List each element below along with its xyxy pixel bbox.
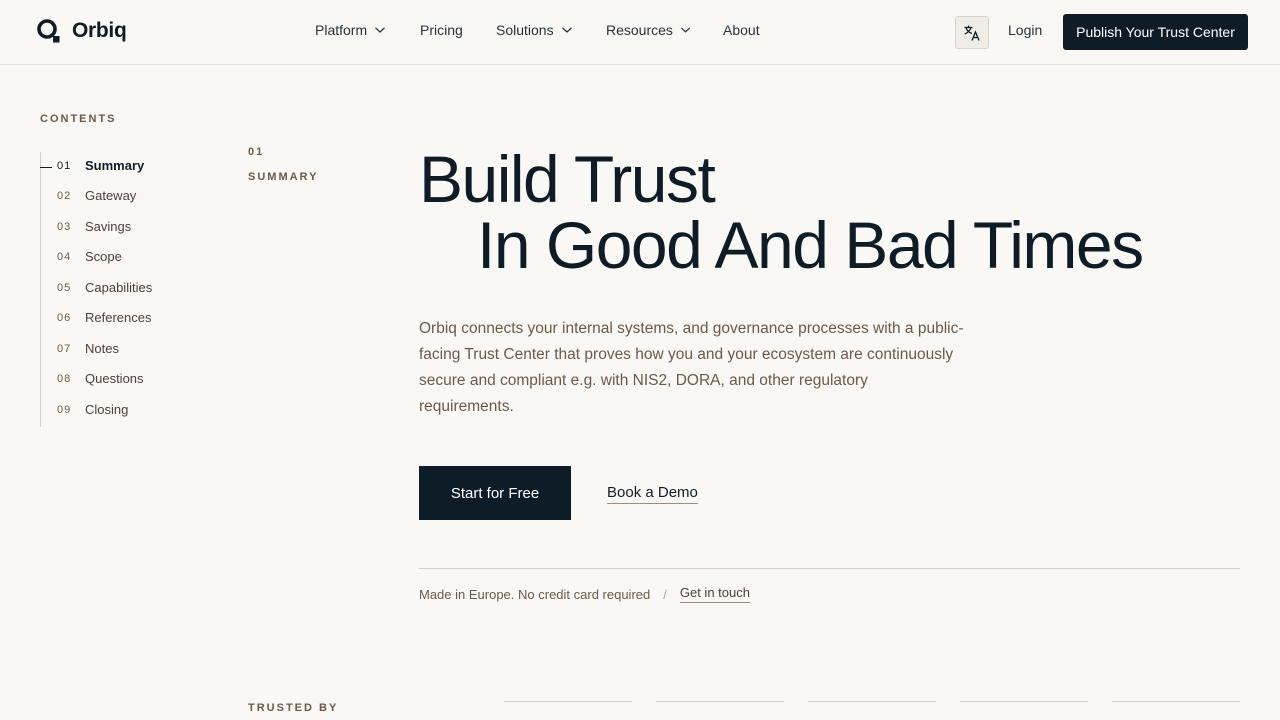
- login-link[interactable]: Login: [1008, 22, 1042, 38]
- toc-label: Closing: [85, 402, 129, 417]
- toc-number: 06: [57, 311, 72, 324]
- orbiq-logo-icon: [37, 19, 60, 43]
- nav-platform[interactable]: Platform: [315, 22, 388, 38]
- trusted-logo-slot: [1112, 701, 1240, 720]
- section-name: SUMMARY: [248, 171, 319, 183]
- site-header: Orbiq Platform Pricing Solutions Resourc…: [0, 0, 1280, 65]
- toc-number: 03: [57, 220, 72, 233]
- footnote-text: Made in Europe. No credit card required: [419, 586, 651, 602]
- get-in-touch-link[interactable]: Get in touch: [679, 585, 750, 603]
- toc-number: 01: [57, 159, 72, 172]
- language-button[interactable]: [955, 16, 989, 49]
- toc-item-summary[interactable]: 01 Summary: [57, 158, 144, 173]
- toc-item-references[interactable]: 06 References: [57, 310, 151, 325]
- nav-about[interactable]: About: [723, 22, 760, 38]
- toc-number: 09: [57, 403, 72, 416]
- start-for-free-button[interactable]: Start for Free: [419, 466, 571, 520]
- toc-label: References: [85, 310, 152, 325]
- translate-icon: [964, 25, 980, 41]
- main-nav: Platform Pricing Solutions Resources Abo…: [315, 22, 760, 38]
- chevron-down-icon: [375, 27, 386, 33]
- toc-label: Notes: [85, 341, 119, 356]
- chevron-down-icon: [561, 27, 572, 33]
- publish-trust-center-button[interactable]: Publish Your Trust Center: [1063, 14, 1248, 50]
- toc-label: Questions: [85, 371, 144, 386]
- toc-label: Capabilities: [85, 280, 153, 295]
- book-demo-link[interactable]: Book a Demo: [607, 484, 698, 504]
- toc-active-marker: [40, 167, 52, 168]
- trusted-logo-slot: [960, 701, 1088, 720]
- brand-logo[interactable]: Orbiq: [36, 18, 127, 44]
- toc-number: 02: [57, 189, 72, 202]
- contents-heading: CONTENTS: [40, 113, 117, 125]
- trusted-logo-slot: [808, 701, 936, 720]
- toc-item-capabilities[interactable]: 05 Capabilities: [57, 280, 152, 295]
- nav-platform-label: Platform: [315, 22, 368, 38]
- nav-solutions[interactable]: Solutions: [496, 22, 574, 38]
- toc-label: Gateway: [85, 188, 137, 203]
- nav-resources[interactable]: Resources: [606, 22, 691, 38]
- toc-item-scope[interactable]: 04 Scope: [57, 249, 122, 264]
- hero-footnote: Made in Europe. No credit card required …: [419, 585, 750, 603]
- toc-number: 04: [57, 250, 72, 263]
- trusted-logo-slot: [504, 701, 632, 720]
- brand-name: Orbiq: [72, 19, 127, 42]
- hero-divider: [419, 568, 1240, 569]
- toc-number: 08: [57, 372, 72, 385]
- toc-number: 07: [57, 342, 72, 355]
- footnote-separator: /: [663, 586, 667, 602]
- chevron-down-icon: [680, 27, 691, 33]
- trusted-by-heading: TRUSTED BY: [248, 702, 339, 714]
- nav-pricing-label: Pricing: [420, 22, 463, 38]
- hero-title-line-2: In Good And Bad Times: [477, 208, 1144, 282]
- toc-item-closing[interactable]: 09 Closing: [57, 402, 128, 417]
- toc-label: Savings: [85, 219, 132, 234]
- toc-item-savings[interactable]: 03 Savings: [57, 219, 131, 234]
- toc-label: Scope: [85, 249, 122, 264]
- toc-item-questions[interactable]: 08 Questions: [57, 371, 144, 386]
- hero-title-line-1: Build Trust: [419, 142, 716, 216]
- toc-number: 05: [57, 281, 72, 294]
- nav-solutions-label: Solutions: [496, 22, 554, 38]
- toc-item-notes[interactable]: 07 Notes: [57, 341, 119, 356]
- nav-about-label: About: [723, 22, 760, 38]
- toc-label: Summary: [85, 158, 145, 173]
- hero-description: Orbiq connects your internal systems, an…: [419, 320, 964, 415]
- nav-pricing[interactable]: Pricing: [420, 22, 464, 38]
- toc-item-gateway[interactable]: 02 Gateway: [57, 188, 136, 203]
- table-of-contents: 01 Summary 02 Gateway 03 Savings 04 Scop…: [40, 152, 210, 427]
- trusted-logo-slot: [656, 701, 784, 720]
- nav-resources-label: Resources: [606, 22, 673, 38]
- section-number: 01: [248, 146, 265, 158]
